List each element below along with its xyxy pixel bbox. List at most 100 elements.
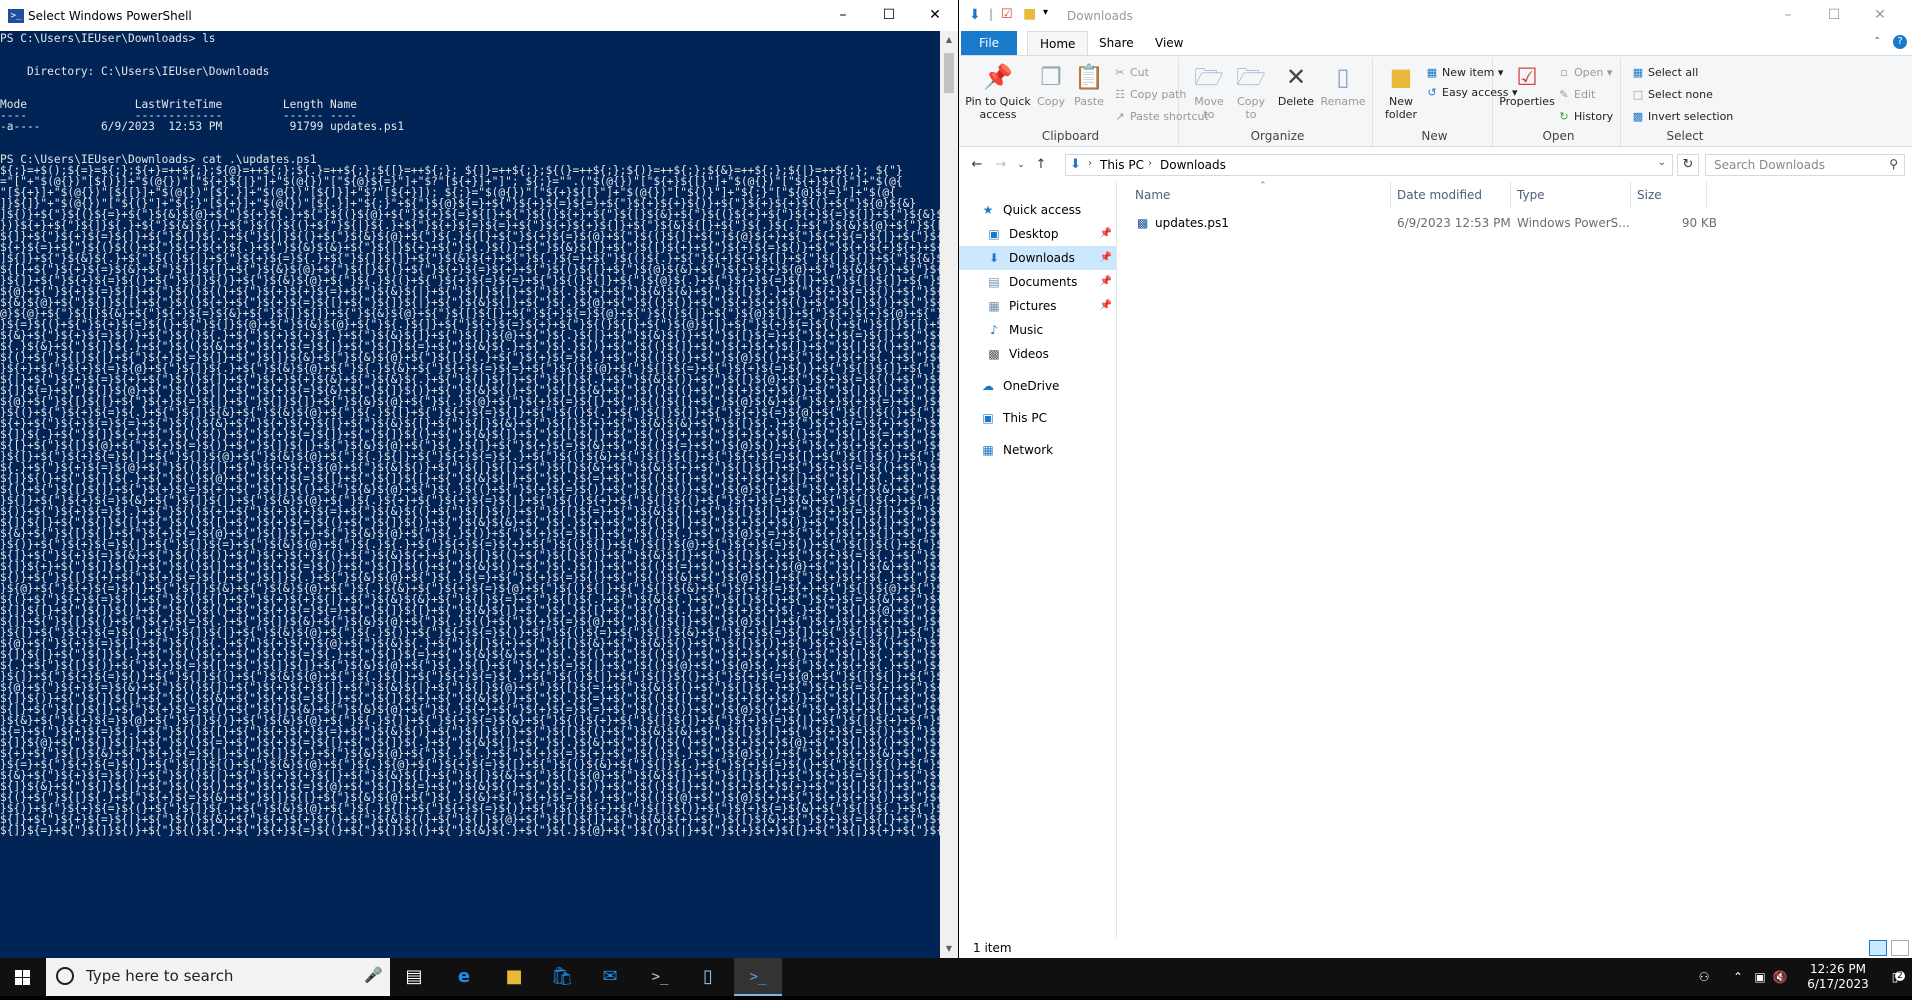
clock[interactable]: 12:26 PM 6/17/2023	[1800, 958, 1876, 996]
invert-selection-icon: ▩	[1632, 110, 1644, 123]
address-dropdown-icon[interactable]: ⌄	[1658, 157, 1666, 168]
properties-button[interactable]: ☑ Properties	[1499, 62, 1555, 108]
invert-selection-button[interactable]: ▩ Invert selection	[1631, 110, 1733, 123]
folder-icon[interactable]: ■	[1023, 6, 1036, 22]
microphone-icon[interactable]: 🎤	[364, 966, 383, 984]
copy-to-button[interactable]: 🗁 Copy to	[1231, 62, 1271, 121]
select-none-button[interactable]: □ Select none	[1631, 88, 1713, 101]
store-icon[interactable]: 🛍	[538, 958, 586, 996]
ribbon: 📌 Pin to Quick access ❐ Copy 📋 Paste ✂ Cu…	[959, 55, 1912, 147]
details-view-icon[interactable]	[1869, 940, 1887, 956]
forward-icon[interactable]: →	[991, 155, 1011, 175]
ribbon-collapse-icon[interactable]: ⌃	[1873, 36, 1881, 47]
music-icon: ♪	[990, 323, 998, 337]
move-to-button[interactable]: 🗁 Move to	[1189, 62, 1229, 121]
nav-onedrive[interactable]: ☁ OneDrive	[959, 374, 1116, 398]
delete-button[interactable]: ✕ Delete	[1275, 62, 1317, 108]
scissors-icon: ✂	[1115, 66, 1125, 79]
open-group: ☑ Properties ▫ Open ▾ ✎ Edit ↻ History Open	[1497, 58, 1621, 146]
column-date[interactable]: Date modified	[1391, 182, 1511, 208]
downloads-arrow-icon[interactable]: ⬇	[969, 7, 981, 23]
tab-share[interactable]: Share	[1087, 31, 1146, 55]
pinned-icon: 📌	[1099, 276, 1112, 287]
scroll-thumb[interactable]	[944, 53, 954, 93]
explorer-close-button[interactable]: ✕	[1857, 0, 1903, 31]
explorer-maximize-button[interactable]: ☐	[1811, 0, 1857, 31]
properties-check-icon[interactable]: ☑	[1001, 7, 1013, 22]
scroll-down-icon[interactable]: ▼	[940, 940, 958, 958]
network-icon: ▦	[982, 443, 994, 457]
notepad-icon[interactable]: ▯	[684, 958, 732, 996]
breadcrumb-this-pc[interactable]: This PC	[1100, 158, 1144, 172]
address-row: ← → ⌄ ↑ ⬇ › This PC › Downloads ⌄ ↻ Sear…	[959, 151, 1912, 179]
notification-center-icon[interactable]: ▯2	[1880, 958, 1910, 996]
powershell-taskbar-icon[interactable]: >_	[734, 958, 782, 996]
volume-muted-icon[interactable]: 🔇	[1770, 958, 1790, 996]
back-icon[interactable]: ←	[967, 155, 987, 175]
column-type[interactable]: Type	[1511, 182, 1631, 208]
column-size[interactable]: Size	[1631, 182, 1707, 208]
pin-quick-access-button[interactable]: 📌 Pin to Quick access	[965, 62, 1031, 121]
minimize-button[interactable]: –	[820, 0, 866, 31]
console-output[interactable]: PS C:\Users\IEUser\Downloads> ls Directo…	[0, 31, 940, 958]
paste-button[interactable]: 📋 Paste	[1071, 62, 1107, 108]
taskbar-search[interactable]: Type here to search 🎤	[46, 958, 390, 996]
tab-home[interactable]: Home	[1027, 31, 1089, 55]
qat-dropdown-icon[interactable]: ▾	[1043, 7, 1048, 18]
explorer-title-bar[interactable]: ⬇ | ☑ ■ ▾ Downloads – ☐ ✕	[959, 0, 1912, 31]
up-icon[interactable]: ↑	[1031, 155, 1051, 175]
tab-file[interactable]: File	[961, 31, 1017, 55]
nav-downloads[interactable]: ⬇ Downloads 📌	[959, 246, 1116, 270]
nav-videos[interactable]: ▩ Videos	[959, 342, 1116, 366]
copy-path-button[interactable]: ☷ Copy path	[1113, 88, 1186, 101]
console-line: Directory: C:\Users\IEUser\Downloads	[0, 65, 270, 78]
history-button[interactable]: ↻ History	[1557, 110, 1613, 123]
breadcrumb-downloads[interactable]: Downloads	[1160, 158, 1226, 172]
tab-view[interactable]: View	[1143, 31, 1195, 55]
maximize-button[interactable]: ☐	[866, 0, 912, 31]
edit-button[interactable]: ✎ Edit	[1557, 88, 1595, 101]
task-view-icon[interactable]: ▤	[390, 958, 438, 996]
new-item-button[interactable]: ▦ New item ▾	[1425, 66, 1504, 79]
downloads-icon: ⬇	[988, 251, 1000, 265]
scroll-up-icon[interactable]: ▲	[940, 31, 958, 49]
nav-pictures[interactable]: ▦ Pictures 📌	[959, 294, 1116, 318]
large-icons-view-icon[interactable]	[1891, 940, 1909, 956]
file-type: Windows PowerS...	[1517, 216, 1630, 230]
recent-dropdown-icon[interactable]: ⌄	[1011, 155, 1031, 175]
start-button[interactable]	[0, 958, 46, 996]
network-tray-icon[interactable]: ▣	[1750, 958, 1770, 996]
mail-icon[interactable]: ✉	[586, 958, 634, 996]
nav-music[interactable]: ♪ Music	[959, 318, 1116, 342]
select-group-label: Select	[1666, 129, 1704, 143]
open-button[interactable]: ▫ Open ▾	[1557, 66, 1612, 79]
breadcrumb-chevron-icon: ›	[1088, 158, 1092, 169]
nav-desktop[interactable]: ▣ Desktop 📌	[959, 222, 1116, 246]
address-bar[interactable]: ⬇ › This PC › Downloads ⌄	[1065, 154, 1673, 176]
nav-documents[interactable]: ▤ Documents 📌	[959, 270, 1116, 294]
powershell-icon: >_	[8, 9, 24, 23]
nav-quick-access[interactable]: ★ Quick access	[959, 198, 1116, 222]
copy-button[interactable]: ❐ Copy	[1033, 62, 1069, 108]
people-icon[interactable]: ⚇	[1692, 958, 1716, 996]
command-prompt-icon[interactable]: >_	[636, 958, 684, 996]
cut-button[interactable]: ✂ Cut	[1113, 66, 1149, 79]
edge-browser-icon[interactable]: e	[440, 958, 488, 996]
console-scrollbar[interactable]: ▲ ▼	[940, 31, 958, 958]
search-input[interactable]: Search Downloads ⚲	[1705, 154, 1905, 176]
file-explorer-icon[interactable]: ■	[490, 958, 538, 996]
nav-network[interactable]: ▦ Network	[959, 438, 1116, 462]
column-name[interactable]: Name ⌃	[1129, 181, 1391, 208]
new-folder-button[interactable]: ■ New folder	[1381, 62, 1421, 121]
file-row[interactable]: ▩ updates.ps1 6/9/2023 12:53 PM Windows …	[1131, 212, 1717, 234]
rename-button[interactable]: ▯ Rename	[1319, 62, 1367, 108]
explorer-minimize-button[interactable]: –	[1765, 0, 1811, 31]
refresh-icon[interactable]: ↻	[1677, 154, 1699, 176]
close-button[interactable]: ✕	[912, 0, 958, 31]
nav-this-pc[interactable]: ▣ This PC	[959, 406, 1116, 430]
tray-chevron-icon[interactable]: ⌃	[1728, 958, 1748, 996]
help-icon[interactable]: ?	[1893, 35, 1907, 49]
explorer-window: ⬇ | ☑ ■ ▾ Downloads – ☐ ✕ File Home Shar…	[959, 0, 1912, 958]
select-all-button[interactable]: ▦ Select all	[1631, 66, 1699, 79]
powershell-title-bar[interactable]: >_ Select Windows PowerShell – ☐ ✕	[0, 0, 958, 31]
